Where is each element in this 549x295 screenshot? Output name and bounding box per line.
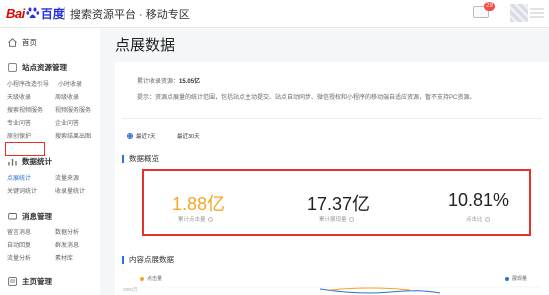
grid-icon [8, 63, 17, 72]
sidebar-home-label: 首页 [22, 38, 37, 47]
ctr-value: 10.81% [448, 190, 510, 210]
sidebar-item[interactable]: 企业问答 [55, 118, 79, 127]
sidebar-item[interactable]: 搜索结果出图 [55, 131, 91, 140]
chart-axis-label: 2000万 [123, 287, 138, 292]
sidebar-item[interactable]: 视频服务服务 [55, 105, 91, 114]
impressions-label: 累计展现量 [319, 215, 354, 223]
sidebar-item[interactable]: 搜索视频服务 [7, 105, 43, 114]
clicks-label: 累计点击量 [178, 215, 213, 223]
homepage-icon [8, 277, 17, 286]
sidebar-item[interactable]: 周级收录 [55, 92, 79, 101]
sidebar-item-home[interactable]: 首页 [8, 37, 37, 48]
content-title-label: 内容点展数据 [129, 255, 174, 264]
divider [122, 118, 542, 119]
logo-bai-text: Bai [6, 5, 25, 21]
sidebar-item[interactable]: 流量分析 [7, 253, 31, 262]
legend-impressions[interactable]: 展现量 [505, 275, 527, 282]
platform-title: 搜索资源平台 · 移动专区 [70, 9, 190, 21]
radio-selected-icon [127, 133, 133, 139]
sidebar-item[interactable]: 关键词统计 [7, 186, 37, 195]
notification-badge: 29 [484, 2, 495, 11]
summary-value: 15.05亿 [179, 79, 201, 85]
sidebar-section-resource[interactable]: 站点资源管理 [8, 62, 67, 73]
legend-clicks[interactable]: 点击量 [140, 275, 162, 282]
radio-label: 最近30天 [177, 134, 200, 140]
info-icon[interactable] [484, 217, 490, 223]
clicks-value: 1.88亿 [172, 194, 226, 214]
sidebar-item[interactable]: 小程序改造引导 [7, 79, 49, 88]
baidu-logo[interactable]: Bai 百度 [6, 4, 65, 22]
ctr-label-text: 点击比 [466, 217, 483, 223]
home-icon [8, 38, 17, 47]
top-header: Bai 百度 搜索资源平台 · 移动专区 29 [0, 0, 549, 28]
sidebar-item[interactable]: 素材库 [55, 253, 73, 262]
sidebar-item[interactable]: 天级收录 [7, 92, 31, 101]
range-7days[interactable]: 最近7天 [127, 132, 156, 140]
legend-swatch [140, 276, 144, 281]
sidebar-section-label: 消息管理 [22, 212, 52, 221]
info-icon[interactable] [207, 217, 213, 223]
info-icon[interactable] [348, 217, 354, 223]
avatar[interactable] [510, 4, 528, 22]
sidebar-section-stats[interactable]: 数据统计 [8, 156, 52, 167]
bar-chart-icon [8, 159, 17, 166]
sidebar-item[interactable]: 专业问答 [7, 118, 31, 127]
sidebar-item[interactable]: 留言消息 [7, 227, 31, 236]
summary-label: 累计收录资源： [137, 79, 180, 85]
paw-icon [26, 7, 39, 18]
sidebar-item[interactable]: 流量来源 [55, 173, 79, 182]
sidebar-item[interactable]: 小时收录 [58, 79, 82, 88]
more-menu-icon[interactable] [530, 8, 544, 18]
tip-text: 提示：资源点展量的统计范围，包括站点主动提交、站点自动同步、微信授权和小程序的移… [137, 95, 476, 101]
page-title: 点展数据 [115, 37, 176, 54]
sidebar-section-label: 站点资源管理 [22, 63, 67, 72]
sidebar-section-label: 数据统计 [22, 157, 52, 166]
overview-title-label: 数据概览 [129, 154, 159, 163]
sidebar-section-messages[interactable]: 消息管理 [8, 211, 52, 222]
message-icon [8, 213, 17, 220]
header-divider [64, 7, 65, 20]
resource-summary: 累计收录资源：15.05亿 [137, 76, 200, 85]
legend-label: 点击量 [147, 276, 163, 282]
clicks-label-text: 累计点击量 [178, 217, 206, 223]
sidebar-item[interactable]: 自动回复 [7, 240, 31, 249]
logo-du-text: 百度 [40, 6, 65, 21]
section-marker [122, 154, 124, 163]
sidebar-item[interactable]: 群发消息 [55, 240, 79, 249]
ctr-label: 点击比 [466, 215, 490, 223]
chart-area [140, 286, 540, 294]
overview-title: 数据概览 [122, 153, 159, 164]
legend-swatch [505, 276, 509, 281]
sidebar: 首页 站点资源管理 小程序改造引导 小时收录 天级收录 周级收录 搜索视频服务 … [0, 28, 100, 295]
sidebar-section-homepage[interactable]: 主页管理 [8, 276, 52, 287]
sidebar-item[interactable]: 数据分析 [55, 227, 79, 236]
sidebar-item-active[interactable]: 点展统计 [7, 173, 31, 182]
sidebar-item[interactable]: 原创保护 [7, 131, 31, 140]
legend-label: 展现量 [512, 276, 528, 282]
radio-label: 最近7天 [136, 134, 156, 140]
range-30days[interactable]: 最近30天 [168, 132, 200, 140]
impressions-label-text: 累计展现量 [319, 217, 347, 223]
section-marker [122, 255, 124, 264]
sidebar-section-label: 主页管理 [22, 277, 52, 286]
sidebar-highlight-box [5, 142, 45, 156]
content-data-title: 内容点展数据 [122, 254, 174, 265]
sidebar-item[interactable]: 收录量统计 [55, 186, 85, 195]
impressions-value: 17.37亿 [307, 194, 371, 214]
